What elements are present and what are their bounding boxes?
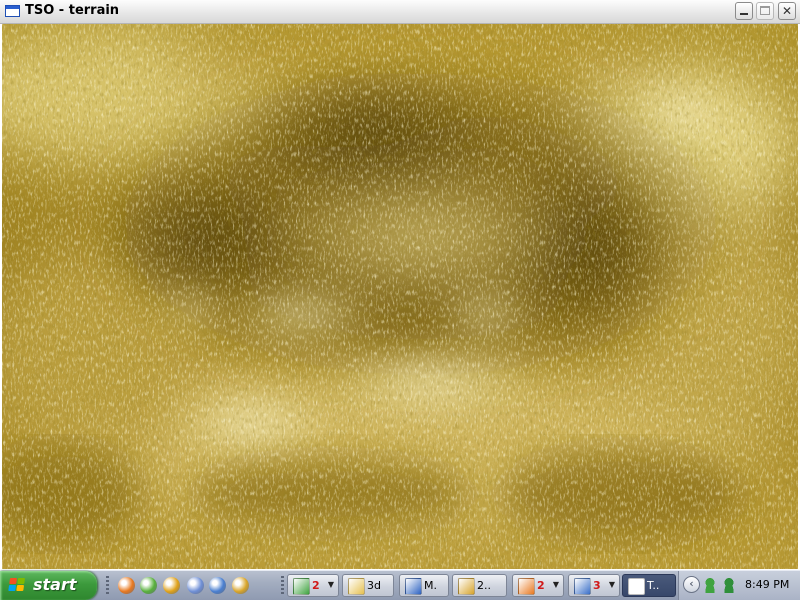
clock[interactable]: 8:49 PM — [745, 578, 789, 591]
task-label: 3 — [593, 579, 601, 592]
task-label: 3d — [367, 579, 381, 592]
network-icon[interactable] — [722, 578, 736, 593]
maximize-icon — [760, 6, 770, 15]
start-button[interactable]: start — [0, 571, 97, 600]
task-messenger[interactable]: 2 ▼ — [287, 574, 339, 597]
minimize-icon — [740, 13, 748, 15]
task-terrain[interactable]: T.. — [622, 574, 676, 597]
task-title: M. — [424, 579, 437, 592]
app-window-icon[interactable] — [5, 5, 20, 17]
terrain-render — [2, 24, 798, 569]
task-count: 2 — [537, 579, 545, 592]
m-app-icon — [405, 578, 422, 595]
paint-icon[interactable] — [209, 577, 226, 594]
task-m[interactable]: M. — [399, 574, 449, 597]
task-label: 2 — [312, 579, 320, 592]
windows-logo-icon — [8, 578, 26, 593]
firefox-icon — [518, 578, 535, 595]
app-window-icon — [628, 578, 645, 595]
task-title: 2.. — [477, 579, 491, 592]
task-count: 3 — [593, 579, 601, 592]
task-label: 2.. — [477, 579, 491, 592]
window-title: TSO - terrain — [25, 3, 120, 18]
system-tray: ‹ 8:49 PM — [678, 571, 800, 600]
application-window: TSO - terrain ✕ — [0, 0, 800, 570]
maximize-button[interactable] — [756, 2, 774, 20]
taskbar: start 2 ▼ 3d M. 2.. 2 ▼ 3 ▼ T.. ‹ 8:49 PM — [0, 570, 800, 600]
task-editor[interactable]: 2.. — [452, 574, 507, 597]
folder-icon — [348, 578, 365, 595]
utorrent-icon[interactable] — [140, 577, 157, 594]
quick-launch-grip[interactable] — [106, 576, 109, 596]
close-button[interactable]: ✕ — [778, 2, 796, 20]
chevron-down-icon[interactable]: ▼ — [609, 580, 615, 589]
minimize-button[interactable] — [735, 2, 753, 20]
task-firefox[interactable]: 2 ▼ — [512, 574, 564, 597]
task-label: M. — [424, 579, 437, 592]
task-label: 2 — [537, 579, 545, 592]
task-title: 3d — [367, 579, 381, 592]
pencil-icon — [458, 578, 475, 595]
task-windows[interactable]: 3 ▼ — [568, 574, 620, 597]
firefox-icon[interactable] — [118, 577, 135, 594]
window-group-icon — [574, 578, 591, 595]
bulb-icon[interactable] — [187, 577, 204, 594]
task-title: T.. — [647, 579, 660, 592]
title-bar[interactable]: TSO - terrain ✕ — [0, 0, 800, 24]
start-label: start — [33, 575, 77, 594]
messenger-status-icon[interactable] — [703, 578, 717, 593]
terrain-viewport[interactable] — [2, 24, 798, 569]
task-folder-3d[interactable]: 3d — [342, 574, 394, 597]
chevron-down-icon[interactable]: ▼ — [328, 580, 334, 589]
task-label: T.. — [647, 579, 659, 592]
taskbar-grip[interactable] — [281, 576, 284, 596]
pencil-icon[interactable] — [232, 577, 249, 594]
winamp-icon[interactable] — [163, 577, 180, 594]
chevron-down-icon[interactable]: ▼ — [553, 580, 559, 589]
show-hidden-icons-button[interactable]: ‹ — [683, 576, 700, 593]
task-count: 2 — [312, 579, 320, 592]
messenger-icon — [293, 578, 310, 595]
